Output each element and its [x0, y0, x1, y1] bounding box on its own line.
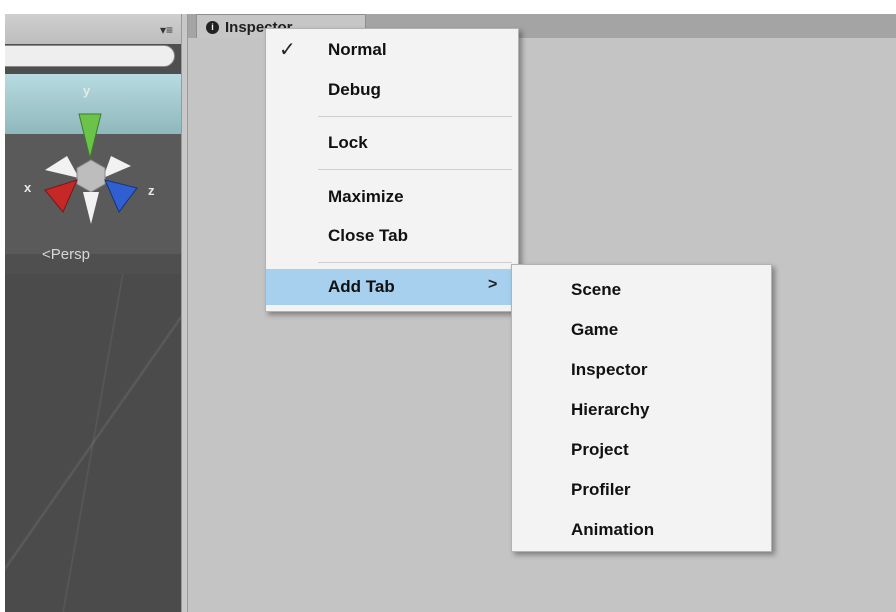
gizmo-cone-right-top[interactable]: [103, 156, 131, 178]
tab-context-menu: ✓ Normal Debug Lock Maximize Close Tab A…: [265, 28, 519, 312]
submenu-item-inspector[interactable]: Inspector: [512, 350, 771, 390]
submenu-item-label: Profiler: [571, 480, 631, 499]
submenu-item-project[interactable]: Project: [512, 430, 771, 470]
submenu-item-label: Hierarchy: [571, 400, 650, 419]
z-axis-label: z: [148, 183, 155, 198]
menu-item-label: Maximize: [328, 187, 404, 206]
scene-grid[interactable]: [5, 274, 181, 612]
scene-gizmo-icon[interactable]: [5, 84, 181, 244]
menu-item-debug[interactable]: Debug: [266, 72, 518, 108]
x-axis-label: x: [24, 180, 32, 195]
scene-view-panel[interactable]: ▾≡ y x z <Persp: [5, 14, 181, 612]
panel-menu-icon[interactable]: ▾≡: [151, 24, 173, 36]
x-axis-cone[interactable]: [44, 179, 78, 213]
gizmo-cone-bottom[interactable]: [83, 192, 99, 224]
menu-item-maximize[interactable]: Maximize: [266, 179, 518, 215]
y-axis-cone[interactable]: [78, 113, 102, 159]
submenu-item-game[interactable]: Game: [512, 310, 771, 350]
menu-item-normal[interactable]: ✓ Normal: [266, 32, 518, 68]
submenu-item-animation[interactable]: Animation: [512, 510, 771, 550]
menu-item-label: Add Tab: [328, 277, 395, 296]
menu-item-add-tab[interactable]: Add Tab >: [266, 269, 518, 305]
submenu-item-label: Inspector: [571, 360, 648, 379]
scene-header: ▾≡: [5, 14, 181, 44]
check-icon: ✓: [279, 39, 296, 61]
submenu-item-label: Animation: [571, 520, 655, 539]
menu-item-label: Lock: [328, 133, 368, 152]
submenu-item-hierarchy[interactable]: Hierarchy: [512, 390, 771, 430]
menu-separator: [318, 262, 512, 263]
submenu-item-profiler[interactable]: Profiler: [512, 470, 771, 510]
panel-divider[interactable]: [181, 14, 188, 612]
submenu-item-scene[interactable]: Scene: [512, 270, 771, 310]
gizmo-center-cube[interactable]: [76, 159, 106, 193]
search-input[interactable]: [5, 45, 175, 67]
add-tab-submenu: Scene Game Inspector Hierarchy Project P…: [511, 264, 772, 552]
perspective-toggle[interactable]: <Persp: [42, 246, 90, 263]
menu-item-label: Close Tab: [328, 226, 408, 245]
z-axis-cone[interactable]: [104, 179, 138, 213]
submenu-arrow-icon: >: [488, 276, 498, 293]
editor-window: ▾≡ y x z <Persp i Inspector ✓ Normal Deb…: [0, 0, 896, 612]
info-icon: i: [206, 21, 219, 34]
menu-item-label: Normal: [328, 40, 387, 59]
menu-item-label: Debug: [328, 80, 381, 99]
submenu-item-label: Game: [571, 320, 619, 339]
submenu-item-label: Project: [571, 440, 629, 459]
menu-separator: [318, 169, 512, 170]
gizmo-cone-top[interactable]: [45, 156, 79, 178]
menu-item-close-tab[interactable]: Close Tab: [266, 218, 518, 254]
menu-item-lock[interactable]: Lock: [266, 125, 518, 161]
menu-separator: [318, 116, 512, 117]
y-axis-label: y: [83, 83, 91, 98]
submenu-item-label: Scene: [571, 280, 622, 299]
